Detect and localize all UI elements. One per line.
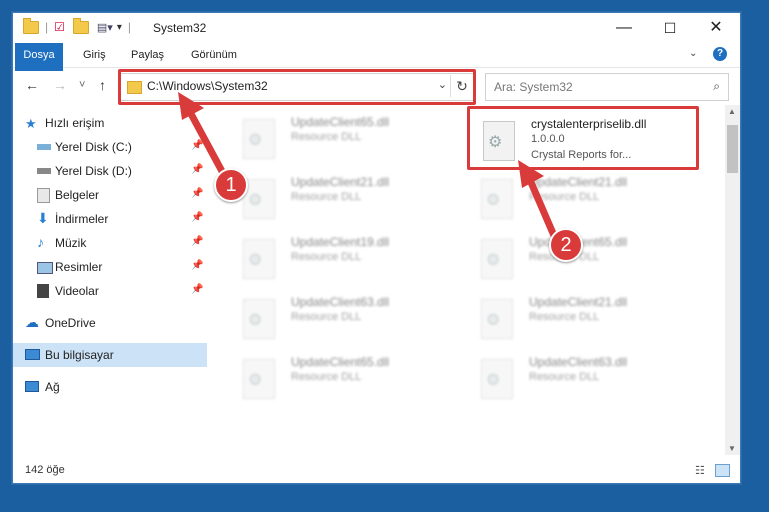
step-2-badge: 2 <box>549 228 583 262</box>
step-1-badge: 1 <box>214 168 248 202</box>
annotation-arrows <box>178 92 559 240</box>
arrow-2-line <box>526 178 559 240</box>
arrow-1-line <box>186 110 228 177</box>
